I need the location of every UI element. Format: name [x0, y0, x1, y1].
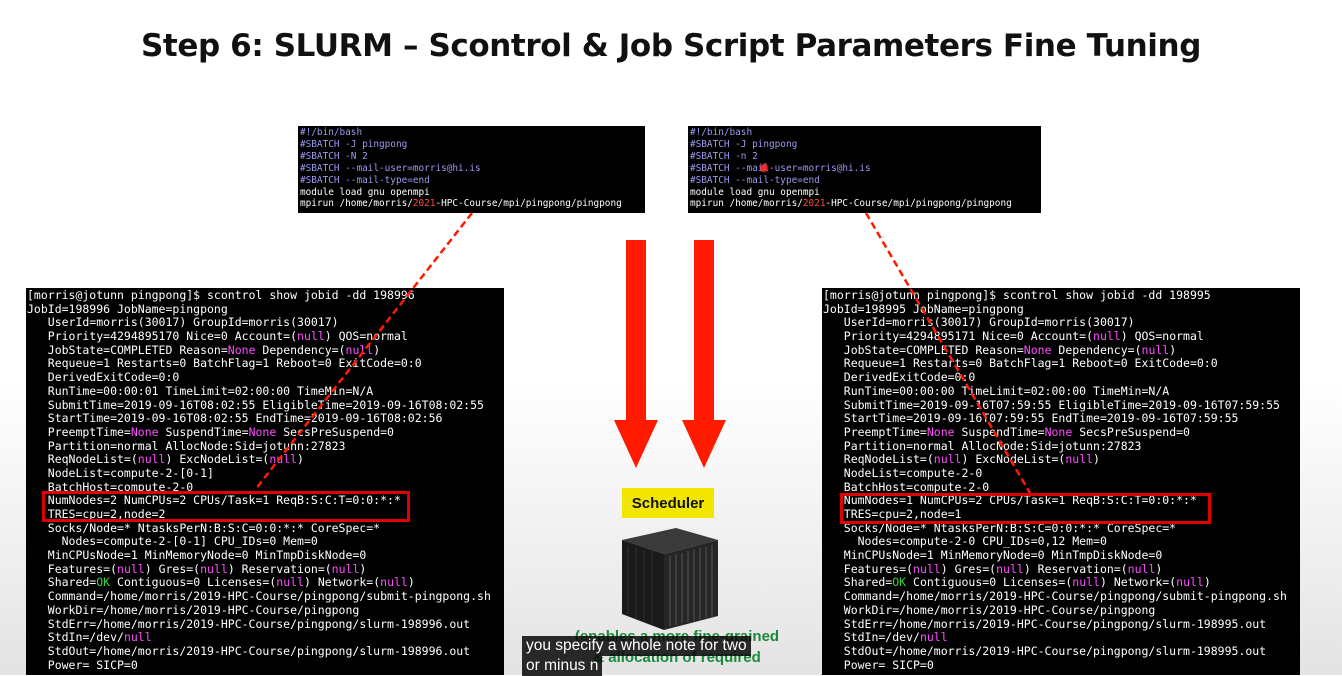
server-rack-icon — [622, 528, 718, 630]
cursor-highlight-icon — [759, 163, 769, 173]
scontrol-output-left: [morris@jotunn pingpong]$ scontrol show … — [26, 288, 504, 675]
arrow-down-left-icon — [614, 240, 658, 468]
caption-line2: or minus n — [522, 656, 603, 676]
caption-line1: you specify a whole note for two — [522, 636, 751, 656]
scontrol-output-right: [morris@jotunn pingpong]$ scontrol show … — [822, 288, 1300, 675]
job-script-right: #!/bin/bash #SBATCH -J pingpong #SBATCH … — [688, 126, 1041, 213]
video-caption: you specify a whole note for two or minu… — [522, 636, 751, 676]
highlight-box-left — [42, 491, 410, 522]
highlight-box-right — [840, 493, 1211, 524]
job-script-left: #!/bin/bash #SBATCH -J pingpong #SBATCH … — [298, 126, 645, 213]
arrow-down-right-icon — [682, 240, 726, 468]
scheduler-label: Scheduler — [622, 488, 714, 518]
slide-title: Step 6: SLURM – Scontrol & Job Script Pa… — [141, 28, 1201, 64]
